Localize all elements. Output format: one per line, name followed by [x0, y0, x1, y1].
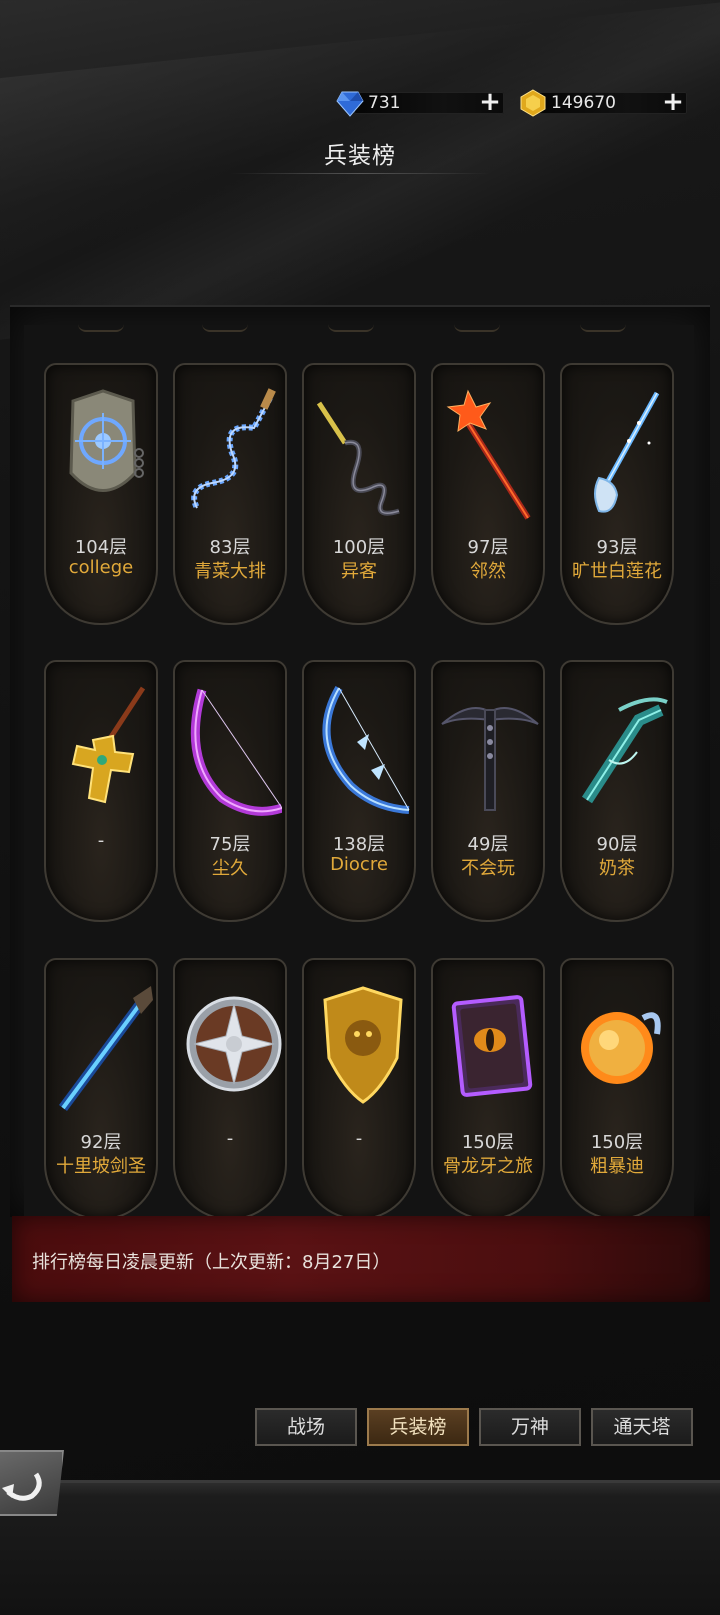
player-name: Diocre — [330, 854, 388, 875]
diamond-value: 731 — [368, 93, 401, 113]
ranking-card[interactable]: 138层 Diocre — [302, 660, 416, 922]
ranking-card[interactable]: 150层 粗暴迪 — [560, 958, 674, 1220]
scroll-edge-marker — [328, 324, 374, 332]
ranking-card[interactable]: - — [302, 958, 416, 1220]
floor-label: - — [355, 1128, 363, 1149]
blue-gem-icon — [336, 91, 364, 117]
ranking-card[interactable]: 104层 college — [44, 363, 158, 625]
floor-label: 92层 — [80, 1132, 122, 1153]
ranking-card[interactable]: 97层 邻然 — [431, 363, 545, 625]
gold-value: 149670 — [551, 93, 616, 113]
ranking-card[interactable]: - — [44, 660, 158, 922]
golden-cross-icon — [71, 686, 146, 804]
update-notice-text: 排行榜每日凌晨更新（上次更新：8月27日） — [32, 1252, 391, 1273]
player-name: 旷世白莲花 — [572, 561, 662, 582]
floor-label: 93层 — [596, 537, 638, 558]
ranking-card[interactable]: 49层 不会玩 — [431, 660, 545, 922]
floor-label: 97层 — [467, 537, 509, 558]
ranking-card[interactable]: 100层 异客 — [302, 363, 416, 625]
floor-label: 49层 — [467, 834, 509, 855]
back-arrow-icon — [2, 1472, 42, 1501]
floor-label: - — [97, 830, 105, 851]
dark-crossbow-icon — [441, 707, 539, 811]
chain-whip-icon — [191, 388, 276, 510]
floor-label: 150层 — [590, 1132, 644, 1153]
floor-label: 138层 — [332, 834, 386, 855]
background-streak — [0, 0, 720, 343]
update-notice-banner: 排行榜每日凌晨更新（上次更新：8月27日） — [12, 1216, 710, 1302]
player-name: 邻然 — [470, 561, 506, 582]
purple-bow-icon — [190, 688, 282, 816]
player-name: college — [68, 557, 134, 578]
diamond-currency: 731 + — [336, 89, 504, 117]
shield-icon — [69, 389, 144, 492]
frost-staff-icon — [594, 391, 660, 513]
floor-label: 104层 — [74, 537, 128, 558]
player-name: 尘久 — [212, 858, 248, 879]
tab-pantheon[interactable]: 万神 — [479, 1408, 581, 1446]
bottom-bar — [0, 1480, 720, 1615]
gold-gem-icon — [520, 89, 546, 117]
floor-label: 90层 — [596, 834, 638, 855]
scroll-edge-marker — [454, 324, 500, 332]
ranking-card[interactable]: 150层 骨龙牙之旅 — [431, 958, 545, 1220]
page-title: 兵装榜 — [324, 143, 396, 169]
player-name: 不会玩 — [461, 858, 515, 879]
player-name: 青菜大排 — [194, 561, 266, 582]
rifle-icon — [58, 986, 153, 1111]
scroll-edge-marker — [580, 324, 626, 332]
floor-label: 75层 — [209, 834, 251, 855]
ranking-card[interactable]: 90层 奶茶 — [560, 660, 674, 922]
ranking-card[interactable]: 92层 十里坡剑圣 — [44, 958, 158, 1220]
golden-shield-icon — [323, 986, 403, 1104]
add-diamond-button[interactable]: + — [479, 89, 501, 115]
ranking-card[interactable]: - — [173, 958, 287, 1220]
eye-tome-icon — [451, 995, 533, 1097]
back-button[interactable] — [0, 1450, 64, 1516]
fire-orb-icon — [581, 1012, 661, 1084]
floor-label: 150层 — [461, 1132, 515, 1153]
whip-icon — [316, 401, 400, 516]
player-name: 奶茶 — [599, 858, 635, 879]
scroll-edge-marker — [78, 324, 124, 332]
tab-battlefield[interactable]: 战场 — [255, 1408, 357, 1446]
tab-tower[interactable]: 通天塔 — [591, 1408, 693, 1446]
ranking-card[interactable]: 93层 旷世白莲花 — [560, 363, 674, 625]
frost-crossbow-icon — [581, 697, 668, 804]
ice-bow-icon — [322, 686, 410, 814]
ranking-card[interactable]: 75层 尘久 — [173, 660, 287, 922]
player-name: 十里坡剑圣 — [56, 1156, 146, 1177]
title-divider — [230, 173, 490, 174]
player-name: 异客 — [341, 561, 377, 582]
round-shield-icon — [186, 996, 282, 1092]
ranking-card[interactable]: 83层 青菜大排 — [173, 363, 287, 625]
floor-label: 83层 — [209, 537, 251, 558]
add-gold-button[interactable]: + — [662, 89, 684, 115]
player-name: 粗暴迪 — [590, 1156, 644, 1177]
flame-staff-icon — [446, 389, 531, 520]
scroll-edge-marker — [202, 324, 248, 332]
floor-label: - — [226, 1128, 234, 1149]
bottom-tabs: 战场 兵装榜 万神 通天塔 — [255, 1408, 693, 1446]
player-name: 骨龙牙之旅 — [443, 1156, 533, 1177]
floor-label: 100层 — [332, 537, 386, 558]
tab-weapon-ranking[interactable]: 兵装榜 — [367, 1408, 469, 1446]
gold-currency: 149670 + — [519, 89, 687, 117]
